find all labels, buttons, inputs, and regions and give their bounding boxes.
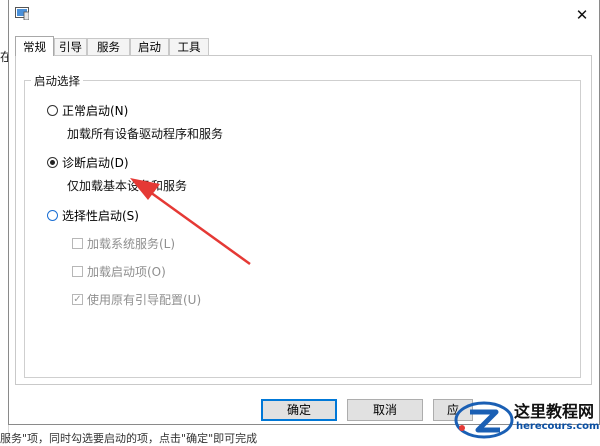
normal-startup-description: 加载所有设备驱动程序和服务 — [67, 127, 224, 141]
tab-startup[interactable]: 启动 — [130, 38, 169, 55]
tab-tools[interactable]: 工具 — [169, 38, 209, 55]
load-startup-items-option[interactable]: 加载启动项(O) — [72, 263, 166, 280]
general-tab-panel: 启动选择 正常启动(N) 加载所有设备驱动程序和服务 诊断启动(D) 仅加载基本… — [15, 55, 592, 385]
watermark-logo-icon — [454, 401, 514, 439]
selective-startup-radio[interactable] — [47, 210, 58, 221]
load-system-services-option[interactable]: 加载系统服务(L) — [72, 235, 175, 252]
load-startup-items-label: 加载启动项(O) — [87, 265, 166, 279]
system-configuration-dialog: ✕ 常规 引导 服务 启动 工具 启动选择 正常启动(N) 加载所有设备驱动程序… — [8, 0, 600, 425]
normal-startup-option[interactable]: 正常启动(N) — [47, 102, 128, 119]
load-startup-items-checkbox[interactable] — [72, 266, 83, 277]
startup-selection-group: 启动选择 正常启动(N) 加载所有设备驱动程序和服务 诊断启动(D) 仅加载基本… — [24, 73, 581, 378]
selective-startup-option[interactable]: 选择性启动(S) — [47, 207, 139, 224]
selective-startup-label: 选择性启动(S) — [62, 209, 139, 223]
dialog-titlebar: ✕ — [9, 0, 599, 30]
use-original-boot-config-checkbox[interactable]: ✓ — [72, 294, 83, 305]
background-caption-text: 服务"项，同时勾选要启动的项，点击"确定"即可完成 — [0, 432, 258, 445]
tab-boot[interactable]: 引导 — [54, 38, 87, 55]
normal-startup-radio[interactable] — [47, 105, 58, 116]
diagnostic-startup-radio[interactable] — [47, 157, 58, 168]
tab-services[interactable]: 服务 — [87, 38, 130, 55]
load-system-services-label: 加载系统服务(L) — [87, 237, 176, 251]
use-original-boot-config-option[interactable]: ✓ 使用原有引导配置(U) — [72, 291, 201, 308]
load-system-services-checkbox[interactable] — [72, 238, 83, 249]
watermark-title: 这里教程网 — [514, 402, 595, 421]
cancel-button[interactable]: 取消 — [347, 399, 423, 421]
diagnostic-startup-label: 诊断启动(D) — [62, 156, 129, 170]
system-configuration-icon — [15, 7, 29, 20]
diagnostic-startup-description: 仅加载基本设备和服务 — [67, 179, 188, 193]
ok-button[interactable]: 确定 — [261, 399, 337, 421]
close-button[interactable]: ✕ — [571, 4, 593, 26]
normal-startup-label: 正常启动(N) — [62, 104, 129, 118]
watermark-url: herecours.com — [516, 421, 600, 432]
use-original-boot-config-label: 使用原有引导配置(U) — [87, 293, 202, 307]
startup-selection-title: 启动选择 — [31, 73, 83, 89]
diagnostic-startup-option[interactable]: 诊断启动(D) — [47, 154, 129, 171]
tab-general[interactable]: 常规 — [15, 36, 54, 56]
